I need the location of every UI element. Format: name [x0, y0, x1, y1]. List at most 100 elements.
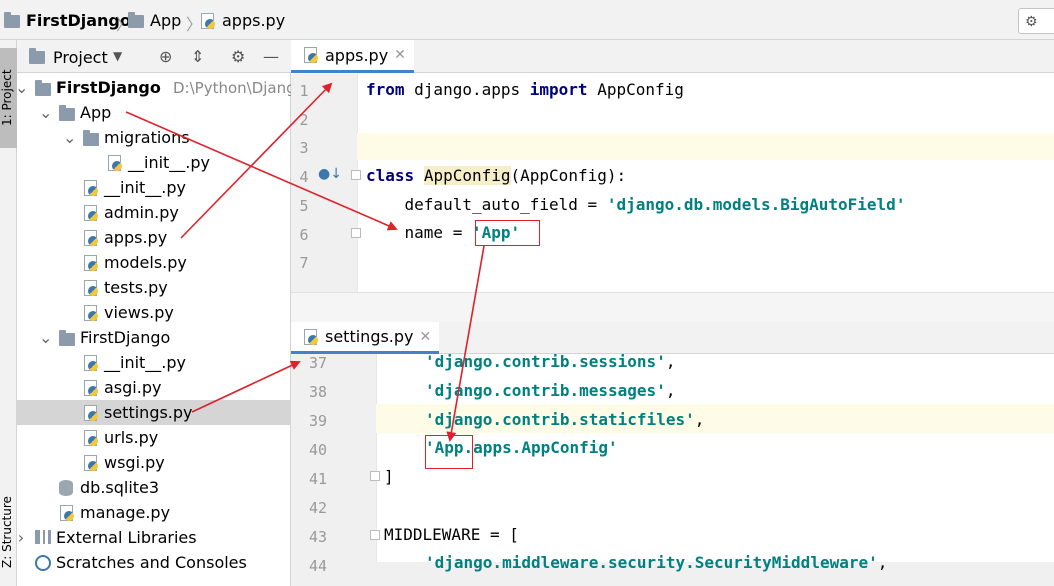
python-file-icon [59, 505, 75, 521]
tree-item[interactable]: manage.py [17, 500, 291, 525]
code-text: AppConfig [587, 80, 684, 99]
editor-tabbar-bottom: settings.py ✕ [291, 322, 1054, 354]
tree-item-label: FirstDjango [80, 328, 171, 347]
annotation-box-app-name [475, 220, 540, 246]
database-icon [59, 480, 73, 496]
code-line-38: 'django.contrib.messages', [425, 381, 675, 400]
close-icon[interactable]: ✕ [420, 329, 432, 345]
scratches-icon [35, 555, 51, 571]
class-name: AppConfig [423, 166, 511, 185]
fold-marker[interactable] [370, 471, 380, 481]
code-text: (AppConfig): [510, 166, 627, 185]
folder-icon [83, 130, 99, 146]
python-file-icon [200, 13, 216, 29]
tab-settings-py[interactable]: settings.py ✕ [291, 322, 440, 354]
tree-item[interactable]: ⌄ FirstDjango D:\Python\Django [15, 75, 305, 100]
breadcrumb-folder-label: App [150, 11, 182, 30]
line-number: 3 [299, 139, 309, 158]
chevron-down-icon[interactable]: ⌄ [39, 103, 52, 122]
line-number: 43 [308, 528, 328, 546]
code-text: , [665, 381, 676, 400]
tree-item-label: migrations [104, 128, 190, 147]
implements-gutter-icon[interactable]: ●↓ [318, 166, 342, 182]
collapse-all-icon[interactable]: ⇕ [191, 47, 204, 66]
chevron-down-icon[interactable]: ⌄ [15, 78, 28, 97]
tree-item[interactable]: Scratches and Consoles [17, 550, 291, 575]
python-file-icon [83, 280, 99, 296]
string-literal: 'django.contrib.sessions' [425, 352, 666, 371]
tree-item-label: FirstDjango [56, 78, 161, 97]
tree-item-label: urls.py [104, 428, 159, 447]
code-line-41: ] [384, 467, 394, 486]
gear-icon[interactable]: ⚙ [231, 47, 245, 66]
tree-item[interactable]: models.py [17, 250, 291, 275]
tree-item[interactable]: __init__.py [17, 350, 291, 375]
tree-item[interactable]: ⌄ App [17, 100, 291, 125]
tree-item-label: asgi.py [104, 378, 162, 397]
tree-item[interactable]: db.sqlite3 [17, 475, 291, 500]
python-file-icon [83, 205, 99, 221]
tree-item[interactable]: __init__.py [17, 150, 291, 175]
tree-item[interactable]: tests.py [17, 275, 291, 300]
tree-item[interactable]: apps.py [17, 225, 291, 250]
project-panel: Project ▼ ⊕ ⇕ ⚙ — ⌄ FirstDjango D:\Python\… [15, 40, 305, 586]
breadcrumb-project[interactable]: FirstDjango [4, 10, 131, 32]
tree-item[interactable]: __init__.py [17, 175, 291, 200]
close-icon[interactable]: ✕ [394, 47, 406, 63]
code-line-37: 'django.contrib.sessions', [425, 352, 675, 371]
chevron-right-icon[interactable]: › [15, 528, 27, 547]
string-literal: 'django.middleware.security.SecurityMidd… [425, 553, 878, 572]
code-text: django.apps [404, 80, 530, 99]
folder-icon [35, 80, 51, 96]
tree-item-label: External Libraries [56, 528, 197, 547]
chevron-down-icon[interactable]: ⌄ [39, 328, 52, 347]
tree-item[interactable]: ⌄ FirstDjango [17, 325, 291, 350]
folder-icon [4, 11, 20, 28]
line-number: 42 [308, 499, 328, 517]
line-number: 41 [308, 470, 328, 488]
code-text: , [694, 410, 705, 429]
breadcrumb-folder[interactable]: App [128, 10, 181, 32]
run-configuration-selector[interactable]: ⚙ [1018, 8, 1054, 34]
line-number: 5 [299, 196, 309, 215]
python-file-icon [83, 355, 99, 371]
locate-icon[interactable]: ⊕ [159, 47, 172, 66]
string-literal: 'django.contrib.messages' [425, 381, 666, 400]
tree-item[interactable]: views.py [17, 300, 291, 325]
hide-icon[interactable]: — [263, 47, 279, 66]
python-icon: ⚙ [1025, 14, 1038, 30]
tree-item[interactable]: settings.py [17, 400, 291, 425]
tree-item[interactable]: wsgi.py [17, 450, 291, 475]
left-tool-stripe: 1: Project Z: Structure [0, 40, 17, 586]
breadcrumb-file[interactable]: apps.py [200, 10, 285, 32]
string-literal: 'django.db.models.BigAutoField' [606, 195, 906, 214]
chevron-down-icon[interactable]: ⌄ [63, 128, 76, 147]
line-number: 39 [308, 412, 328, 430]
tree-item[interactable]: › External Libraries [17, 525, 291, 550]
code-text: name = [366, 223, 472, 242]
fold-marker[interactable] [370, 530, 380, 540]
tab-apps-py[interactable]: apps.py ✕ [291, 40, 414, 73]
project-tool-tab[interactable]: 1: Project [0, 48, 17, 148]
library-icon [35, 530, 51, 544]
project-view-selector[interactable]: Project [53, 48, 108, 67]
keyword: import [529, 80, 588, 99]
tree-item-label: Scratches and Consoles [56, 553, 247, 572]
python-file-icon [107, 155, 123, 171]
string-literal: 'django.contrib.staticfiles' [425, 410, 695, 429]
tree-item[interactable]: admin.py [17, 200, 291, 225]
code-line-39: 'django.contrib.staticfiles', [425, 410, 704, 429]
tree-item[interactable]: asgi.py [17, 375, 291, 400]
fold-marker[interactable] [351, 170, 361, 180]
fold-marker[interactable] [351, 228, 361, 238]
code-line-43: MIDDLEWARE = [ [384, 525, 519, 544]
tree-item-label: __init__.py [104, 353, 187, 372]
tree-item-label: db.sqlite3 [80, 478, 160, 497]
tree-item[interactable]: ⌄ migrations [17, 125, 291, 150]
chevron-down-icon[interactable]: ▼ [113, 49, 122, 63]
current-line-highlight [357, 133, 1054, 160]
tree-item[interactable]: urls.py [17, 425, 291, 450]
python-file-icon [303, 47, 319, 63]
python-file-icon [83, 430, 99, 446]
tree-item-label: apps.py [104, 228, 168, 247]
